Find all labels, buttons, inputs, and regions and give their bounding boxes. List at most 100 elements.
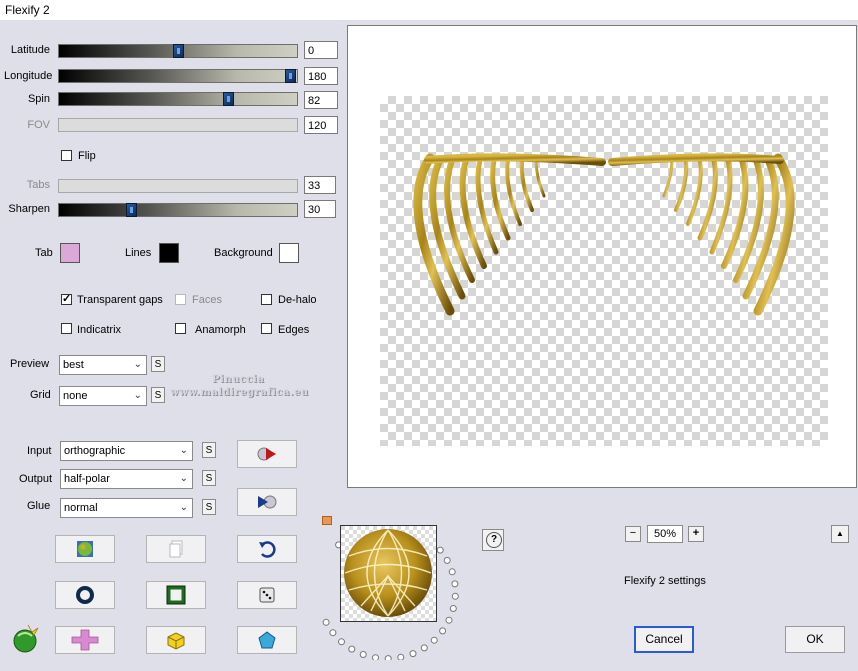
navigator-dot	[338, 638, 345, 646]
navigator-dot	[443, 556, 451, 564]
latitude-slider[interactable]	[58, 44, 298, 58]
ring-button[interactable]	[55, 581, 115, 609]
watermark-line1: Pinuccia	[212, 374, 265, 385]
window-title: Flexify 2	[5, 3, 50, 17]
output-select[interactable]: half-polar ⌄	[60, 469, 193, 489]
flip-checkbox[interactable]	[61, 150, 72, 161]
navigator-dot	[436, 546, 444, 554]
glue-select[interactable]: normal ⌄	[60, 498, 193, 518]
input-select[interactable]: orthographic ⌄	[60, 441, 193, 461]
preview-select-value: best	[63, 359, 84, 371]
sharpen-input[interactable]: 30	[304, 200, 336, 218]
dice-icon	[259, 587, 275, 603]
flexified-image-preview	[413, 153, 795, 316]
dice-button[interactable]	[237, 581, 297, 609]
tab-color-swatch[interactable]	[60, 243, 80, 263]
longitude-slider[interactable]	[58, 69, 298, 83]
cube-button[interactable]	[146, 626, 206, 654]
randomize-output-button[interactable]	[237, 488, 297, 516]
cancel-button[interactable]: Cancel	[634, 626, 694, 653]
title-bar: Flexify 2	[0, 0, 858, 20]
transparent-gaps-checkbox[interactable]	[61, 292, 72, 305]
grid-s-button[interactable]: S	[151, 387, 165, 403]
tab-color-label: Tab	[35, 247, 53, 259]
sharpen-slider-thumb[interactable]	[126, 203, 137, 217]
spin-slider-thumb[interactable]	[223, 92, 234, 106]
collapse-button[interactable]: ▲	[831, 525, 849, 543]
input-label: Input	[27, 445, 52, 457]
blue-gem-icon	[258, 631, 276, 649]
undo-button[interactable]	[237, 535, 297, 563]
navigator-dot	[430, 636, 438, 644]
chevron-down-icon: ⌄	[179, 445, 188, 456]
navigator-dot	[359, 651, 367, 658]
transparent-gaps-label: Transparent gaps	[77, 294, 163, 306]
grid-select[interactable]: none ⌄	[59, 386, 147, 406]
cross-button[interactable]	[55, 626, 115, 654]
spin-slider[interactable]	[58, 92, 298, 106]
edges-label: Edges	[278, 324, 310, 336]
help-button[interactable]: ?	[482, 529, 504, 551]
zoom-out-button[interactable]: −	[625, 526, 641, 542]
sharpen-slider[interactable]	[58, 203, 298, 217]
faces-checkbox	[175, 294, 186, 305]
undo-icon	[259, 541, 276, 558]
tabs-slider	[58, 179, 298, 193]
globe-thumbnail-icon	[341, 526, 436, 621]
zoom-level: 50%	[647, 525, 683, 543]
navigator-dot	[448, 568, 456, 576]
latitude-input[interactable]: 0	[304, 41, 338, 59]
latitude-slider-thumb[interactable]	[173, 44, 184, 58]
chevron-down-icon: ⌄	[133, 359, 142, 370]
globe-button[interactable]	[55, 535, 115, 563]
ok-button[interactable]: OK	[785, 626, 845, 653]
watermark-line2: www.maldiregrafica.eu	[170, 387, 309, 398]
navigator-dot	[397, 653, 405, 660]
tabs-label: Tabs	[26, 179, 50, 191]
background-color-swatch[interactable]	[279, 243, 299, 263]
fov-label: FOV	[27, 119, 50, 131]
grid-select-value: none	[63, 390, 88, 402]
indicatrix-checkbox[interactable]	[61, 323, 72, 334]
tabs-input: 33	[304, 176, 336, 194]
preview-canvas[interactable]	[347, 25, 857, 488]
lines-color-label: Lines	[125, 247, 152, 259]
anamorph-label: Anamorph	[195, 324, 246, 336]
fov-input: 120	[304, 116, 338, 134]
de-halo-label: De-halo	[278, 294, 317, 306]
indicatrix-label: Indicatrix	[77, 324, 122, 336]
lines-color-swatch[interactable]	[159, 243, 179, 263]
settings-label: Flexify 2 settings	[624, 575, 706, 587]
longitude-slider-thumb[interactable]	[285, 69, 296, 83]
spin-input[interactable]: 82	[304, 91, 338, 109]
chevron-down-icon: ⌄	[133, 390, 142, 401]
transparency-checkerboard	[380, 96, 828, 446]
anamorph-checkbox[interactable]	[175, 323, 186, 334]
navigator-dot	[384, 655, 392, 660]
navigator-dot	[451, 592, 459, 600]
gem-button[interactable]	[237, 626, 297, 654]
globe-icon	[77, 541, 93, 557]
navigator-dot	[329, 629, 337, 637]
play-arrow-blue-icon	[258, 495, 277, 509]
output-select-value: half-polar	[64, 473, 110, 485]
navigator-globe[interactable]	[340, 525, 437, 622]
frame-button[interactable]	[146, 581, 206, 609]
glue-s-button[interactable]: S	[202, 499, 216, 515]
output-s-button[interactable]: S	[202, 470, 216, 486]
randomize-input-button[interactable]	[237, 440, 297, 468]
edges-checkbox[interactable]	[261, 323, 272, 334]
navigator-dot	[420, 644, 428, 652]
navigator-dot	[445, 616, 453, 624]
flip-label: Flip	[78, 150, 96, 162]
preview-select[interactable]: best ⌄	[59, 355, 147, 375]
zoom-in-button[interactable]: +	[688, 526, 704, 542]
preview-label: Preview	[10, 358, 50, 370]
input-s-button[interactable]: S	[202, 442, 216, 458]
de-halo-checkbox[interactable]	[261, 294, 272, 305]
preview-s-button[interactable]: S	[151, 356, 165, 372]
longitude-input[interactable]: 180	[304, 67, 338, 85]
yellow-cube-icon	[167, 632, 185, 650]
faces-label: Faces	[192, 294, 222, 306]
copy-button[interactable]	[146, 535, 206, 563]
